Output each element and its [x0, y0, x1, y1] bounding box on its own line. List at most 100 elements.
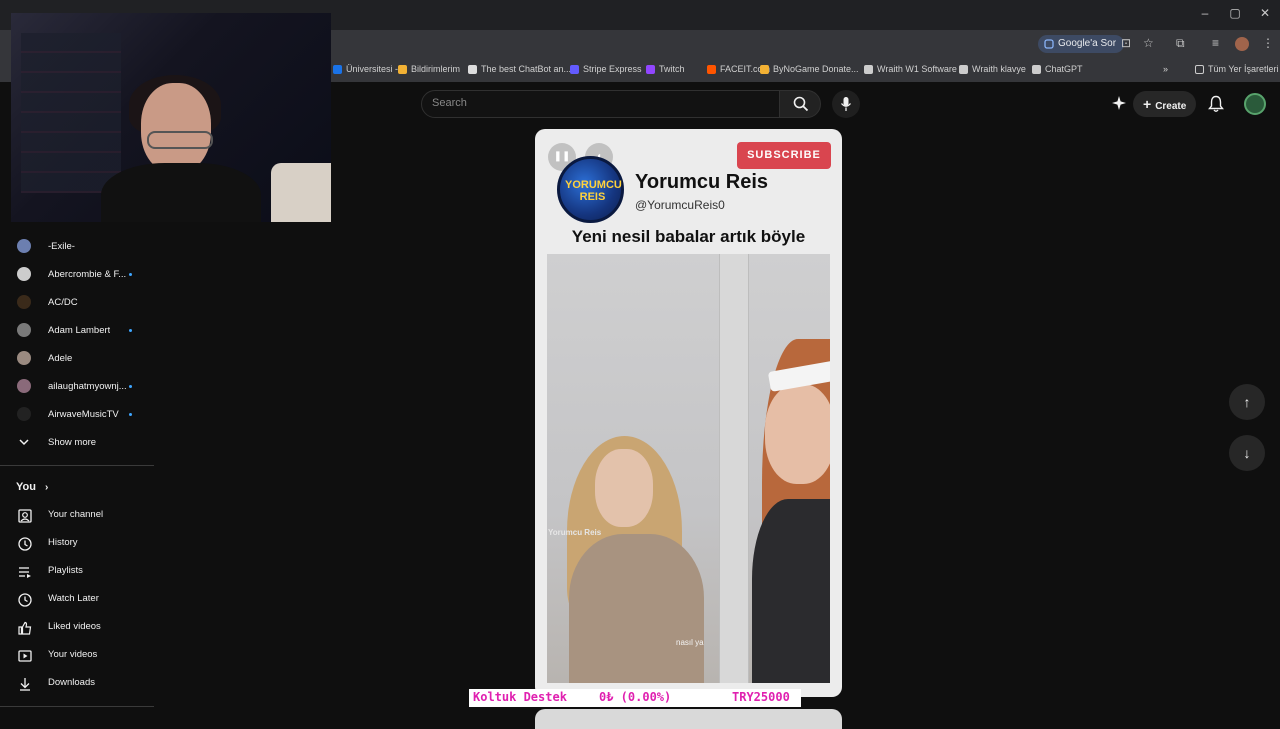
video-frame[interactable]: Yorumcu Reis nasıl ya	[547, 254, 830, 683]
folder-icon	[1195, 64, 1204, 74]
google-sor-button[interactable]: Google'a Sor	[1038, 35, 1125, 53]
bookmark-favicon-icon	[570, 64, 579, 74]
create-label: Create	[1155, 101, 1187, 112]
bookmark-item[interactable]: Stripe Express	[570, 64, 642, 74]
bookmark-item[interactable]: ChatGPT	[1032, 64, 1083, 74]
new-content-dot	[129, 272, 132, 276]
new-content-dot	[129, 412, 132, 416]
webcam-shelf	[21, 33, 121, 193]
video-person-left-face	[595, 449, 653, 527]
search-icon	[793, 96, 809, 112]
media-icon[interactable]: ≡	[1212, 36, 1219, 50]
subscribe-button[interactable]: SUBSCRIBE	[737, 142, 831, 169]
bookmark-favicon-icon	[864, 64, 873, 74]
bookmark-label: Bildirimlerim	[411, 64, 460, 74]
channel-avatar	[17, 379, 31, 393]
subscription-name: -Exile-	[48, 240, 75, 252]
google-sor-label: Google'a Sor	[1058, 38, 1117, 49]
subscription-item[interactable]: -Exile-	[0, 232, 155, 260]
search-input[interactable]: Search	[432, 97, 467, 109]
chevron-down-icon	[19, 439, 29, 446]
subscription-item[interactable]: Adele	[0, 344, 155, 372]
close-window-button[interactable]: ✕	[1250, 6, 1280, 20]
minimize-button[interactable]: –	[1190, 6, 1220, 20]
you-item-label: Playlists	[48, 565, 83, 576]
video-door	[719, 254, 749, 683]
search-box[interactable]	[421, 90, 780, 118]
you-item[interactable]: History	[0, 529, 155, 557]
subscription-item[interactable]: AC/DC	[0, 288, 155, 316]
install-icon[interactable]: ⊡	[1121, 36, 1131, 50]
bookmark-favicon-icon	[707, 64, 716, 74]
bookmark-label: The best ChatBot an...	[481, 64, 572, 74]
subscription-item[interactable]: AirwaveMusicTV	[0, 400, 155, 428]
sparkle-icon[interactable]	[1111, 95, 1127, 111]
bookmark-star-icon[interactable]: ☆	[1143, 36, 1154, 50]
previous-short-button[interactable]: ↑	[1229, 384, 1265, 420]
browser-menu-icon[interactable]: ⋮	[1262, 36, 1274, 50]
search-button[interactable]	[779, 90, 821, 118]
extensions-icon[interactable]: ⧉	[1176, 36, 1185, 51]
create-button[interactable]: + Create	[1133, 91, 1197, 117]
video-person-left-body	[569, 534, 704, 683]
bookmark-item[interactable]: Wraith klavye	[959, 64, 1026, 74]
channel-logo-text: YORUMCU REIS	[565, 179, 622, 203]
channel-avatar	[17, 239, 31, 253]
channel-avatar	[17, 323, 31, 337]
video-person-right-face	[765, 384, 830, 484]
show-more-button[interactable]: Show more	[0, 428, 155, 456]
you-item-label: Your videos	[48, 649, 98, 660]
bookmarks-overflow-button[interactable]: »	[1163, 64, 1168, 74]
subscription-name: AirwaveMusicTV	[48, 408, 119, 420]
download-icon	[20, 678, 30, 691]
you-item-label: Liked videos	[48, 621, 101, 632]
you-section-header[interactable]: You ›	[16, 481, 48, 493]
all-bookmarks-label: Tüm Yer İşaretleri	[1208, 64, 1279, 74]
you-title: You	[16, 481, 36, 493]
subscription-item[interactable]: ailaughatmyownj...	[0, 372, 155, 400]
plus-icon: +	[1143, 96, 1152, 112]
channel-avatar	[17, 295, 31, 309]
thumbs-up-icon	[18, 621, 32, 635]
bookmark-item[interactable]: ByNoGame Donate...	[760, 64, 859, 74]
channel-handle: @YorumcuReis0	[635, 198, 725, 212]
bookmark-favicon-icon	[1032, 64, 1041, 74]
short-video-card[interactable]: ❚❚ ◖ SUBSCRIBE YORUMCU REIS Yorumcu Reis…	[535, 129, 842, 697]
channel-logo[interactable]: YORUMCU REIS	[557, 156, 624, 223]
you-item[interactable]: Watch Later	[0, 585, 155, 613]
you-item-label: Downloads	[48, 677, 95, 688]
next-short-button[interactable]: ↓	[1229, 435, 1265, 471]
bookmark-label: Üniversitesi -...	[346, 64, 406, 74]
subscription-item[interactable]: Abercrombie & F...	[0, 260, 155, 288]
bookmark-item[interactable]: Twitch	[646, 64, 685, 74]
account-avatar[interactable]	[1244, 93, 1266, 115]
bookmark-label: Stripe Express	[583, 64, 642, 74]
playlists-icon	[19, 567, 31, 578]
sidebar-divider-bottom	[0, 706, 154, 707]
voice-search-button[interactable]	[832, 90, 860, 118]
next-short-card[interactable]	[535, 709, 842, 729]
bookmark-item[interactable]: Üniversitesi -...	[333, 64, 406, 74]
you-item[interactable]: Liked videos	[0, 613, 155, 641]
video-subtitle: nasıl ya	[676, 638, 704, 647]
channel-avatar	[17, 267, 31, 281]
you-item[interactable]: Your videos	[0, 641, 155, 669]
bookmark-item[interactable]: The best ChatBot an...	[468, 64, 571, 74]
maximize-button[interactable]: ▢	[1220, 6, 1250, 20]
channel-name[interactable]: Yorumcu Reis	[635, 171, 768, 194]
all-bookmarks-folder[interactable]: Tüm Yer İşaretleri	[1195, 64, 1279, 74]
subscription-name: Adele	[48, 352, 73, 364]
bookmark-item[interactable]: Wraith W1 Software	[864, 64, 957, 74]
bookmark-label: ChatGPT	[1045, 64, 1083, 74]
you-item[interactable]: Your channel	[0, 501, 155, 529]
subscription-item[interactable]: Adam Lambert	[0, 316, 155, 344]
notifications-bell-icon[interactable]	[1208, 95, 1224, 113]
subscription-name: AC/DC	[48, 296, 78, 308]
you-item[interactable]: Downloads	[0, 669, 155, 697]
bookmark-item[interactable]: Bildirimlerim	[398, 64, 460, 74]
history-icon	[18, 537, 32, 551]
browser-profile-avatar[interactable]	[1235, 37, 1249, 51]
channel-avatar	[17, 407, 31, 421]
lens-icon	[1044, 39, 1054, 49]
you-item[interactable]: Playlists	[0, 557, 155, 585]
